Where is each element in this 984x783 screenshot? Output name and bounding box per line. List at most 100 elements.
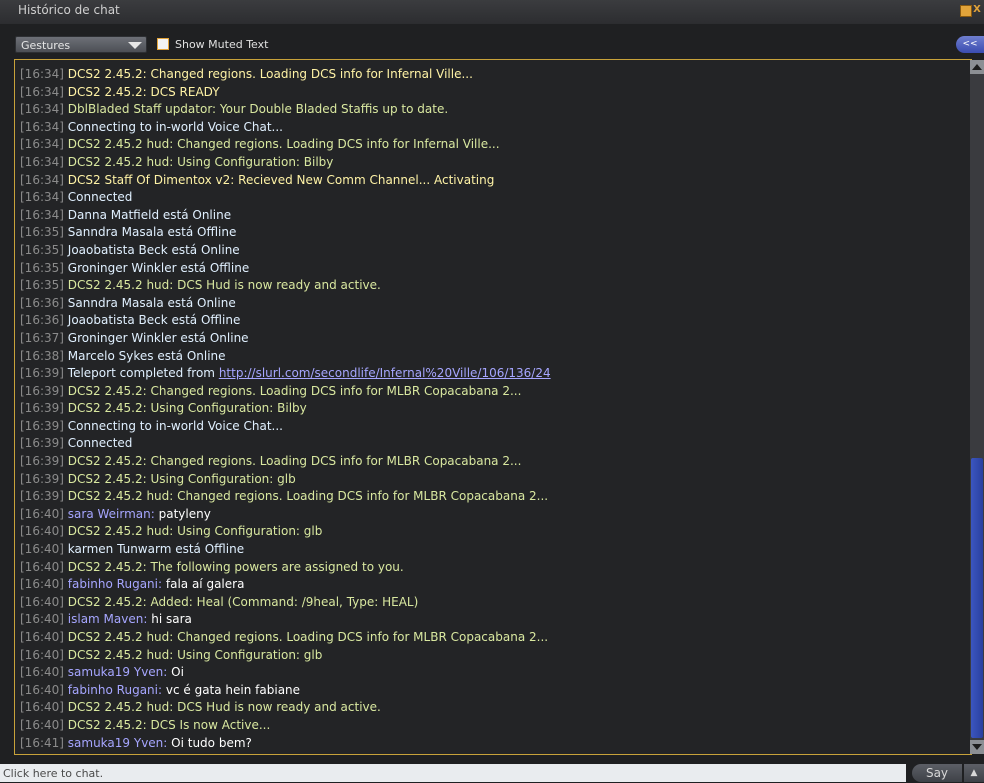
chat-timestamp: [16:39] xyxy=(20,401,64,416)
chat-timestamp: [16:40] xyxy=(20,717,64,732)
chat-line: [16:40] DCS2 2.45.2 hud: DCS Hud is now … xyxy=(20,699,949,717)
chat-timestamp: [16:35] xyxy=(20,242,64,257)
chat-timestamp: [16:40] xyxy=(20,559,64,574)
chat-speaker-name[interactable]: sara Weirman: xyxy=(68,507,155,521)
chat-timestamp: [16:40] xyxy=(20,506,64,521)
chat-line: [16:40] DCS2 2.45.2 hud: Changed regions… xyxy=(20,629,949,647)
chat-message-text: DCS2 2.45.2: Using Configuration: Bilby xyxy=(67,401,307,416)
chat-timestamp: [16:34] xyxy=(20,119,64,134)
chat-message-text: DCS2 2.45.2: DCS READY xyxy=(67,84,220,99)
chat-timestamp: [16:34] xyxy=(20,190,64,205)
chat-speaker-name[interactable]: samuka19 Yven: xyxy=(68,665,168,679)
minimize-icon[interactable] xyxy=(960,5,972,17)
chat-message-text: fala aí galera xyxy=(165,577,245,592)
chat-history-panel[interactable]: [16:34] DCS2 2.45.2: Changed regions. Lo… xyxy=(14,59,972,755)
chat-line: [16:34] DCS2 2.45.2 hud: Using Configura… xyxy=(20,154,949,172)
chat-timestamp: [16:40] xyxy=(20,612,64,627)
chat-line: [16:34] DCS2 2.45.2 hud: Changed regions… xyxy=(20,136,949,154)
chat-message-text: karmen Tunwarm está Offline xyxy=(67,542,245,557)
chat-timestamp: [16:39] xyxy=(20,489,64,504)
chat-line: [16:34] Danna Matfield está Online xyxy=(20,207,949,225)
chat-message-text: DCS2 2.45.2: Added: Heal (Command: /9hea… xyxy=(67,594,419,609)
chat-message-text: DCS2 2.45.2 hud: Changed regions. Loadin… xyxy=(67,630,549,644)
chat-speaker-name[interactable]: islam Maven: xyxy=(68,612,148,626)
chat-line: [16:37] Groninger Winkler está Online xyxy=(20,330,949,348)
chat-timestamp: [16:41] xyxy=(20,735,64,750)
chat-timestamp: [16:35] xyxy=(20,260,64,275)
chat-timestamp: [16:39] xyxy=(20,471,64,486)
chat-message-text: Sanndra Masala está Offline xyxy=(67,225,237,240)
scroll-thumb[interactable] xyxy=(971,458,983,738)
chat-message-text: DCS2 2.45.2: Changed regions. Loading DC… xyxy=(67,383,522,398)
chat-line: [16:35] Groninger Winkler está Offline xyxy=(20,260,949,278)
chat-link[interactable]: http://slurl.com/secondlife/Infernal%20V… xyxy=(219,366,551,380)
say-button[interactable]: Say xyxy=(912,764,962,782)
chat-timestamp: [16:40] xyxy=(20,577,64,592)
chat-message-text: Sanndra Masala está Online xyxy=(67,295,236,310)
chat-message-text: Marcelo Sykes está Online xyxy=(67,348,226,363)
chat-message-text: Connected xyxy=(67,190,133,205)
chat-timestamp: [16:37] xyxy=(20,330,64,345)
chat-message-text: hi sara xyxy=(151,612,192,627)
chat-message-text: Connecting to in-world Voice Chat... xyxy=(67,418,283,433)
chat-timestamp: [16:34] xyxy=(20,207,64,222)
chat-input[interactable] xyxy=(0,764,906,782)
chat-line: [16:39] DCS2 2.45.2: Changed regions. Lo… xyxy=(20,453,949,471)
chat-line: [16:39] Connecting to in-world Voice Cha… xyxy=(20,418,949,436)
chat-message-text: DCS2 Staff Of Dimentox v2: Recieved New … xyxy=(67,172,495,187)
chat-message-text: DCS2 2.45.2 hud: DCS Hud is now ready an… xyxy=(67,700,381,715)
close-icon[interactable]: X xyxy=(972,5,982,15)
chat-message-text: DCS2 2.45.2: Changed regions. Loading DC… xyxy=(67,454,522,469)
chat-line: [16:34] DCS2 2.45.2: Changed regions. Lo… xyxy=(20,66,949,84)
chat-message-text: Joaobatista Beck está Online xyxy=(67,242,240,257)
chat-timestamp: [16:39] xyxy=(20,383,64,398)
chat-message-text: Groninger Winkler está Offline xyxy=(67,260,250,275)
chat-line: [16:40] fabinho Rugani: fala aí galera xyxy=(20,576,949,594)
chat-line: [16:39] DCS2 2.45.2: Changed regions. Lo… xyxy=(20,383,949,401)
show-muted-checkbox[interactable] xyxy=(157,38,169,50)
chat-line: [16:40] DCS2 2.45.2: DCS Is now Active..… xyxy=(20,717,949,735)
chat-line: [16:38] Marcelo Sykes está Online xyxy=(20,348,949,366)
chat-message-text: DCS2 2.45.2 hud: DCS Hud is now ready an… xyxy=(67,278,381,293)
history-scrollbar[interactable] xyxy=(970,60,984,754)
chevron-up-icon[interactable]: ▲ xyxy=(964,764,984,782)
chat-timestamp: [16:39] xyxy=(20,366,64,381)
chat-line: [16:39] DCS2 2.45.2: Using Configuration… xyxy=(20,471,949,489)
chat-speaker-name[interactable]: fabinho Rugani: xyxy=(68,577,162,591)
chat-message-text: Connected xyxy=(67,436,133,451)
chat-line: [16:40] DCS2 2.45.2: The following power… xyxy=(20,559,949,577)
chat-history-lines: [16:34] DCS2 2.45.2: Changed regions. Lo… xyxy=(20,66,949,752)
chat-message-text: DCS2 2.45.2: Using Configuration: glb xyxy=(67,471,296,486)
chat-message-text: DCS2 2.45.2 hud: Changed regions. Loadin… xyxy=(67,137,500,152)
gestures-dropdown[interactable]: Gestures xyxy=(15,36,147,53)
scroll-up-icon[interactable] xyxy=(970,60,984,74)
chat-timestamp: [16:40] xyxy=(20,524,64,539)
chat-line: [16:40] DCS2 2.45.2: Added: Heal (Comman… xyxy=(20,594,949,612)
chat-line: [16:41] samuka19 Yven: Oi tudo bem? xyxy=(20,735,949,753)
chat-speaker-name[interactable]: fabinho Rugani: xyxy=(68,683,162,697)
chat-message-text: Oi xyxy=(171,665,184,680)
window-title: Histórico de chat xyxy=(18,3,120,17)
title-bar[interactable]: Histórico de chat X xyxy=(0,0,984,24)
scroll-down-icon[interactable] xyxy=(970,740,984,754)
chat-line: [16:40] samuka19 Yven: Oi xyxy=(20,664,949,682)
chat-message-text: vc é gata hein fabiane xyxy=(165,682,301,697)
chat-timestamp: [16:35] xyxy=(20,278,64,293)
show-muted-label: Show Muted Text xyxy=(175,38,269,51)
chat-timestamp: [16:34] xyxy=(20,154,64,169)
chat-message-text: Groninger Winkler está Online xyxy=(67,330,249,345)
chat-message-text: DCS2 2.45.2: Changed regions. Loading DC… xyxy=(67,67,473,81)
chat-line: [16:34] Connecting to in-world Voice Cha… xyxy=(20,119,949,137)
chat-line: [16:40] islam Maven: hi sara xyxy=(20,611,949,629)
chat-message-text: DCS2 2.45.2 hud: Using Configuration: gl… xyxy=(67,647,323,662)
chat-line: [16:34] DCS2 Staff Of Dimentox v2: Recie… xyxy=(20,172,949,190)
chat-bar: Say ▲ xyxy=(0,761,984,783)
chat-timestamp: [16:39] xyxy=(20,436,64,451)
chat-message-text: DCS2 2.45.2: DCS Is now Active... xyxy=(67,717,271,732)
chat-speaker-name[interactable]: samuka19 Yven: xyxy=(68,736,168,750)
chat-timestamp: [16:34] xyxy=(20,67,64,81)
chat-message-text: Connecting to in-world Voice Chat... xyxy=(67,119,283,134)
collapse-button[interactable]: << xyxy=(956,36,984,53)
chat-line: [16:40] karmen Tunwarm está Offline xyxy=(20,541,949,559)
chat-timestamp: [16:36] xyxy=(20,295,64,310)
